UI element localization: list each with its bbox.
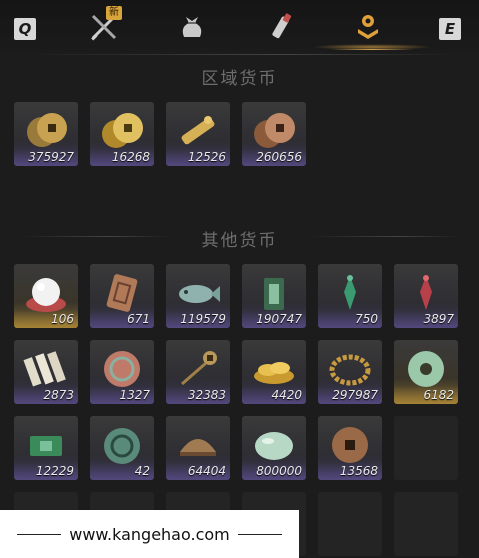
item-count: 297987 (332, 388, 378, 402)
currency-slot[interactable]: 6182 (394, 340, 458, 404)
currency-slot[interactable]: 800000 (242, 416, 306, 480)
item-count: 1327 (119, 388, 150, 402)
gold-ingots-icon (254, 362, 294, 384)
section-title-other: 其他货币 (201, 231, 278, 251)
currency-slot[interactable]: 190747 (242, 264, 306, 328)
section-title-regional: 区域货币 (201, 69, 278, 89)
jade-fish-icon (179, 285, 220, 303)
tab-bag[interactable] (172, 8, 212, 46)
bronze-bowl-icon (180, 439, 216, 456)
currency-slot[interactable]: 750 (318, 264, 382, 328)
green-banknote-icon (30, 436, 62, 456)
currency-slot[interactable]: 2873 (14, 340, 78, 404)
empty-slot (394, 492, 458, 556)
currency-slot[interactable]: 119579 (166, 264, 230, 328)
top-tab-bar: Q 新 E (0, 0, 479, 52)
tab-currency[interactable] (348, 8, 388, 46)
currency-slot[interactable]: 13568 (318, 416, 382, 480)
item-count: 32383 (187, 388, 226, 402)
jade-pebble-icon (255, 432, 293, 460)
item-count: 12526 (187, 150, 226, 164)
item-count: 12229 (35, 464, 74, 478)
currency-slot[interactable]: 3897 (394, 264, 458, 328)
item-count: 42 (134, 464, 150, 478)
currency-slot[interactable]: 12229 (14, 416, 78, 480)
currency-slot[interactable]: 260656 (242, 102, 306, 166)
item-count: 671 (127, 312, 150, 326)
currency-slot[interactable]: 42 (90, 416, 154, 480)
watermark-footer: www.kangehao.com (0, 510, 299, 558)
carved-token-icon (106, 274, 138, 312)
currency-slot[interactable]: 12526 (166, 102, 230, 166)
next-tab-key[interactable]: E (439, 18, 461, 40)
item-count: 64404 (187, 464, 226, 478)
prev-tab-key[interactable]: Q (14, 18, 36, 40)
jade-tablet-icon (264, 278, 284, 310)
currency-slot[interactable]: 106 (14, 264, 78, 328)
gold-coin-stack-icon (102, 113, 143, 148)
item-count: 3897 (423, 312, 454, 326)
item-count: 190747 (256, 312, 302, 326)
coin-string-icon (181, 351, 217, 386)
green-pendant-icon (344, 275, 356, 310)
item-count: 800000 (256, 464, 302, 478)
jade-orb-icon (104, 428, 140, 464)
item-count: 6182 (423, 388, 454, 402)
item-count: 106 (51, 312, 74, 326)
currency-slot[interactable]: 297987 (318, 340, 382, 404)
tab-quests[interactable] (262, 8, 302, 46)
red-pendant-icon (420, 275, 432, 310)
item-count: 2873 (43, 388, 74, 402)
item-count: 4420 (271, 388, 302, 402)
pouch-icon (182, 17, 202, 37)
currency-slot[interactable]: 16268 (90, 102, 154, 166)
tab-equipment[interactable]: 新 (84, 6, 124, 46)
currency-slot[interactable]: 375927 (14, 102, 78, 166)
bronze-coin-stack-icon (254, 113, 295, 148)
currency-slot[interactable]: 64404 (166, 416, 230, 480)
footer-url: www.kangehao.com (69, 524, 230, 544)
gold-bar-icon (181, 116, 215, 145)
currency-badge-icon (358, 15, 378, 39)
item-count: 16268 (111, 150, 150, 164)
square-hole-coin-icon (332, 427, 368, 463)
footer-line (237, 533, 282, 535)
item-count: 119579 (180, 312, 226, 326)
currency-slot[interactable]: 1327 (90, 340, 154, 404)
bamboo-slips-icon (23, 351, 66, 387)
currency-slot[interactable]: 671 (90, 264, 154, 328)
active-tab-indicator (330, 49, 414, 50)
empty-slot (394, 416, 458, 480)
jade-disc-relief-icon (104, 351, 140, 387)
empty-slot (318, 492, 382, 556)
currency-slot[interactable]: 4420 (242, 340, 306, 404)
copper-coin-stack-icon (27, 113, 67, 147)
bead-necklace-icon (329, 354, 371, 386)
item-count: 260656 (256, 150, 302, 164)
jade-ring-icon (408, 351, 444, 387)
new-badge: 新 (106, 6, 122, 20)
scroll-brush-icon (272, 13, 292, 39)
section-divider (20, 54, 459, 55)
pearl-icon (26, 278, 66, 312)
item-count: 375927 (28, 150, 74, 164)
item-count: 13568 (339, 464, 378, 478)
item-count: 750 (355, 312, 378, 326)
footer-line (17, 533, 62, 535)
currency-slot[interactable]: 32383 (166, 340, 230, 404)
